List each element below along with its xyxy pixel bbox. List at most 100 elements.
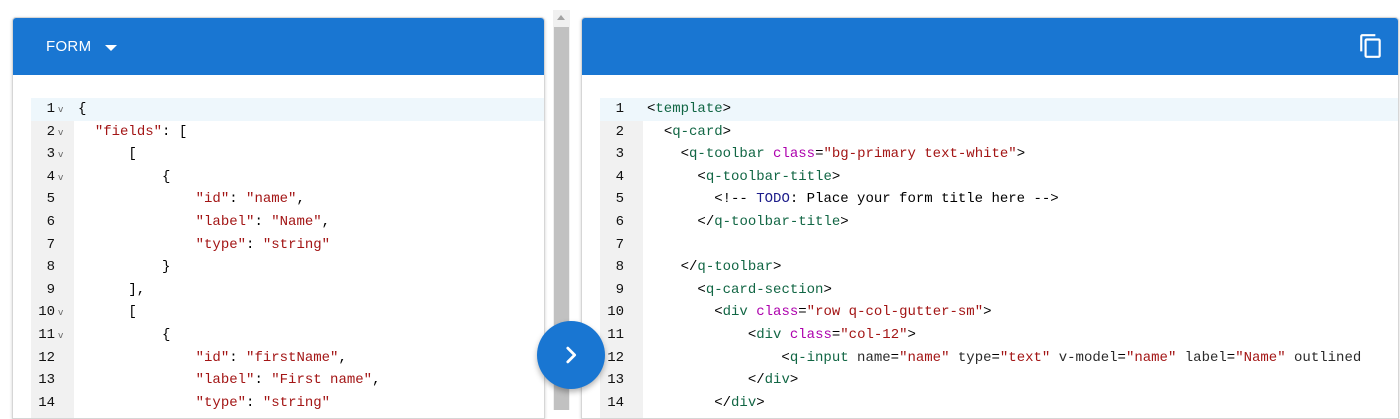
line-number: 14	[607, 394, 624, 411]
code-line[interactable]: 8 }	[31, 256, 544, 279]
copy-icon	[1360, 34, 1381, 58]
line-number: 4	[46, 168, 55, 185]
code-text: <q-input name="name" type="text" v-model…	[781, 349, 1362, 366]
code-line[interactable]: 9 <q-card-section>	[600, 279, 1398, 302]
code-line[interactable]: 2 <q-card>	[600, 121, 1398, 144]
form-panel: FORM 1 v{2 v "fields": [3 v [4 v {5 "id": "n…	[12, 17, 545, 419]
code-line[interactable]: 5 "id": "name",	[31, 188, 544, 211]
code-text: <q-toolbar-title>	[697, 168, 841, 185]
line-number: 8	[46, 259, 55, 276]
line-number: 6	[46, 213, 55, 230]
code-line[interactable]: 4 <q-toolbar-title>	[600, 166, 1398, 189]
code-line[interactable]: 14 "type": "string"	[31, 392, 544, 415]
line-number: 1	[46, 101, 55, 117]
line-number: 9	[46, 281, 55, 298]
code-line[interactable]: 11 <div class="col-12">	[600, 324, 1398, 347]
line-number: 3	[46, 146, 55, 163]
code-text: {	[78, 101, 87, 117]
fold-toggle-icon[interactable]: v	[58, 99, 63, 122]
code-text: "id": "name",	[195, 191, 305, 208]
code-text: <div class="col-12">	[747, 326, 916, 343]
code-text: }	[78, 259, 171, 276]
line-number: 2	[615, 123, 624, 140]
code-text: "label": "First name",	[195, 372, 381, 389]
line-number: 11	[38, 326, 55, 343]
json-code[interactable]: 1 v{2 v "fields": [3 v [4 v {5 "id": "name",…	[31, 98, 544, 414]
code-line[interactable]: 11 v {	[31, 324, 544, 347]
line-number: 14	[38, 394, 55, 411]
fold-toggle-icon[interactable]: v	[58, 144, 63, 167]
form-dropdown[interactable]: FORM	[46, 18, 118, 75]
line-number: 3	[615, 146, 624, 163]
code-text: [	[78, 304, 137, 321]
code-line[interactable]: 10 <div class="row q-col-gutter-sm">	[600, 301, 1398, 324]
code-line[interactable]: 3v [	[31, 143, 544, 166]
line-number: 6	[615, 213, 624, 230]
code-line[interactable]: 7 "type": "string"	[31, 234, 544, 257]
code-line[interactable]: 8 </q-toolbar>	[600, 256, 1398, 279]
line-number: 1	[615, 101, 624, 117]
code-line[interactable]: 13 </div>	[600, 369, 1398, 392]
line-number: 7	[46, 236, 55, 253]
fold-toggle-icon[interactable]: v	[58, 167, 63, 190]
chevron-right-icon	[566, 346, 577, 364]
code-line[interactable]: 6 </q-toolbar-title>	[600, 211, 1398, 234]
line-number: 9	[615, 281, 624, 298]
code-text: "type": "string"	[195, 236, 331, 253]
fold-toggle-icon[interactable]: v	[58, 122, 63, 145]
form-panel-header: FORM	[13, 18, 544, 75]
code-line[interactable]: 9 ],	[31, 279, 544, 302]
code-text: <q-card>	[663, 123, 732, 140]
code-text: "type": "string"	[195, 394, 331, 411]
line-number: 8	[615, 259, 624, 276]
convert-button[interactable]	[537, 321, 605, 389]
code-text: ],	[78, 281, 146, 298]
code-line[interactable]: 14 </div>	[600, 392, 1398, 415]
code-text: <template>	[647, 101, 732, 117]
code-text: </q-toolbar>	[680, 259, 782, 276]
code-line[interactable]: 2v "fields": [	[31, 121, 544, 144]
code-text: [	[78, 146, 137, 163]
scroll-up-arrow-icon[interactable]	[557, 15, 565, 20]
code-line[interactable]: 7	[600, 234, 1398, 257]
code-text: <!-- TODO: Place your form title here --…	[714, 191, 1059, 208]
code-text: <q-toolbar class="bg-primary text-white"…	[680, 146, 1026, 163]
line-number: 7	[615, 236, 624, 253]
code-text: </div>	[714, 394, 765, 411]
line-number: 13	[38, 372, 55, 389]
form-dropdown-label: FORM	[46, 38, 92, 55]
code-line[interactable]: 12 "id": "firstName",	[31, 347, 544, 370]
code-line[interactable]: 5 <!-- TODO: Place your form title here …	[600, 188, 1398, 211]
code-line[interactable]: 1 v {	[31, 98, 544, 121]
code-text: "id": "firstName",	[195, 349, 347, 366]
copy-button[interactable]	[1356, 31, 1386, 61]
code-text: "label": "Name",	[195, 213, 331, 230]
code-text: "fields": [	[94, 123, 188, 140]
line-number: 5	[46, 191, 55, 208]
fold-toggle-icon[interactable]: v	[58, 325, 63, 348]
line-number: 4	[615, 168, 624, 185]
code-line[interactable]: 3 <q-toolbar class="bg-primary text-whit…	[600, 143, 1398, 166]
code-text: <div class="row q-col-gutter-sm">	[714, 304, 992, 321]
code-line[interactable]: 6 "label": "Name",	[31, 211, 544, 234]
template-editor[interactable]: 1 <template> 2 <q-card> 3 <q-toolbar class=…	[582, 76, 1398, 418]
code-line[interactable]: 13 "label": "First name",	[31, 369, 544, 392]
code-line[interactable]: 12 <q-input name="name" type="text" v-mo…	[600, 347, 1398, 370]
output-panel: 1 <template> 2 <q-card> 3 <q-toolbar class=…	[581, 17, 1399, 419]
line-number: 10	[38, 304, 55, 321]
line-number: 13	[607, 372, 624, 389]
code-text: {	[78, 168, 171, 185]
template-code[interactable]: 1 <template> 2 <q-card> 3 <q-toolbar class=…	[600, 98, 1398, 414]
code-line[interactable]: 1 <template>	[600, 98, 1398, 121]
code-line[interactable]: 10 v [	[31, 301, 544, 324]
fold-toggle-icon[interactable]: v	[58, 302, 63, 325]
line-number: 12	[38, 349, 55, 366]
line-number: 11	[607, 326, 624, 343]
line-number: 5	[615, 191, 624, 208]
code-text: <q-card-section>	[697, 281, 832, 298]
code-text: </div>	[747, 372, 799, 389]
code-line[interactable]: 4v {	[31, 166, 544, 189]
json-editor[interactable]: 1 v{2 v "fields": [3 v [4 v {5 "id": "name",…	[13, 76, 544, 418]
line-number: 10	[607, 304, 624, 321]
output-panel-header	[582, 18, 1398, 75]
